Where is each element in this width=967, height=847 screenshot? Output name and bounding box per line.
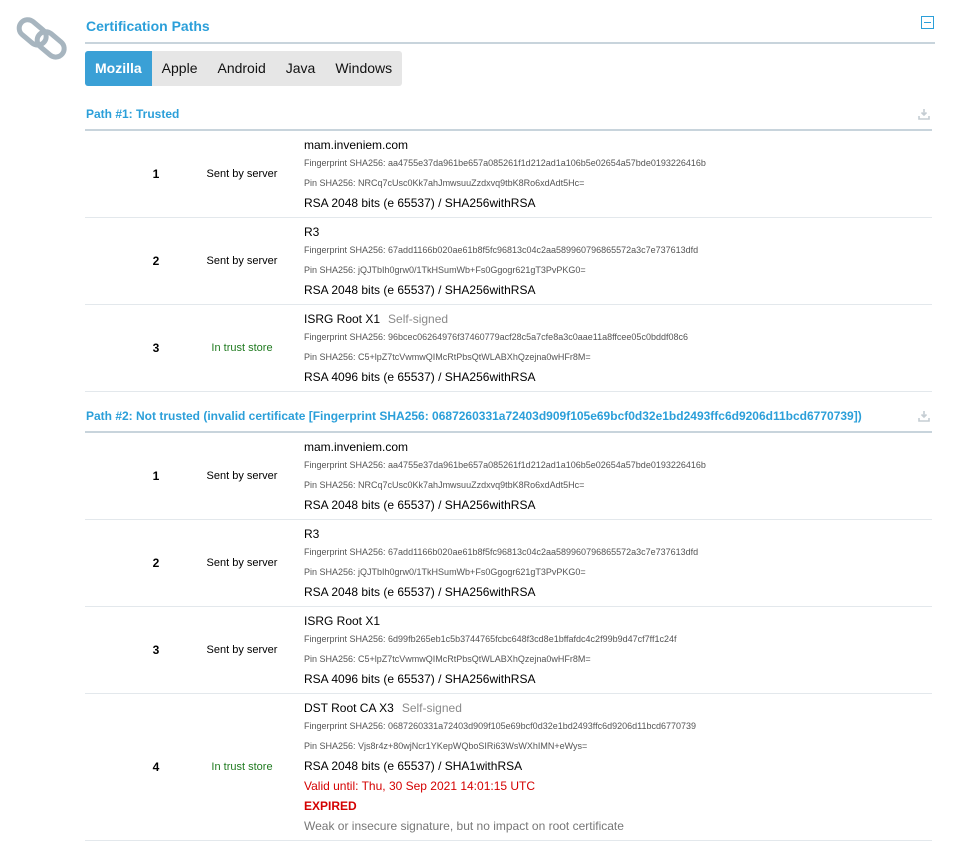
path-1-title: Path #1: Trusted — [86, 107, 180, 121]
row-number: 2 — [152, 254, 160, 268]
collapse-icon[interactable] — [921, 16, 934, 29]
cert-pin: Pin SHA256: C5+lpZ7tcVwmwQIMcRtPbsQtWLAB… — [304, 654, 591, 664]
section-header: Certification Paths — [85, 0, 935, 44]
row-number: 3 — [152, 341, 160, 355]
cert-name: R3 — [304, 527, 320, 541]
cert-details: DST Root CA X3 Self-signed Fingerprint SH… — [304, 700, 696, 836]
cert-details: ISRG Root X1 Self-signed Fingerprint SHA2… — [304, 311, 688, 387]
cert-fingerprint: Fingerprint SHA256: aa4755e37da961be657a… — [304, 460, 706, 470]
cert-details: R3 Fingerprint SHA256: 67add1166b020ae61… — [304, 224, 698, 300]
cert-note: Weak or insecure signature, but no impac… — [304, 819, 624, 833]
cert-details: mam.inveniem.com Fingerprint SHA256: aa4… — [304, 439, 706, 515]
download-icon[interactable] — [918, 410, 930, 422]
cert-key: RSA 2048 bits (e 65537) / SHA256withRSA — [304, 196, 536, 210]
table-row: 1 Sent by server mam.inveniem.com Finger… — [85, 131, 932, 218]
row-number: 3 — [152, 643, 160, 657]
row-number: 4 — [152, 760, 160, 774]
cert-pin: Pin SHA256: NRCq7cUsc0Kk7ahJmwsuuZzdxvq9… — [304, 480, 585, 490]
cert-fingerprint: Fingerprint SHA256: 6d99fb265eb1c5b37447… — [304, 634, 677, 644]
cert-details: ISRG Root X1 Fingerprint SHA256: 6d99fb2… — [304, 613, 676, 689]
chain-link-icon — [16, 17, 67, 60]
row-source: In trust store — [211, 761, 273, 773]
expired-badge: EXPIRED — [304, 799, 357, 813]
row-source: Sent by server — [206, 644, 278, 656]
cert-valid-until: Valid until: Thu, 30 Sep 2021 14:01:15 U… — [304, 779, 536, 793]
cert-name: ISRG Root X1 — [304, 312, 381, 326]
trust-store-tabs: Mozilla Apple Android Java Windows — [85, 51, 403, 86]
path-1-header: Path #1: Trusted — [85, 107, 932, 131]
cert-name: mam.inveniem.com — [304, 440, 409, 454]
tab-java[interactable]: Java — [276, 51, 326, 86]
tab-mozilla[interactable]: Mozilla — [85, 51, 152, 86]
row-number: 1 — [152, 167, 160, 181]
row-source: In trust store — [211, 342, 273, 354]
cert-fingerprint: Fingerprint SHA256: 67add1166b020ae61b8f… — [304, 245, 699, 255]
row-source: Sent by server — [206, 255, 278, 267]
cert-name: R3 — [304, 225, 320, 239]
cert-pin: Pin SHA256: jQJTbIh0grw0/1TkHSumWb+Fs0Gg… — [304, 567, 586, 577]
cert-name: DST Root CA X3 — [304, 701, 394, 715]
row-source: Sent by server — [206, 168, 278, 180]
cert-key: RSA 2048 bits (e 65537) / SHA256withRSA — [304, 283, 536, 297]
download-icon[interactable] — [918, 108, 930, 120]
table-row: 2 Sent by server R3 Fingerprint SHA256: … — [85, 218, 932, 305]
row-source: Sent by server — [206, 470, 278, 482]
tab-apple[interactable]: Apple — [152, 51, 208, 86]
cert-fingerprint: Fingerprint SHA256: 96bcec06264976f37460… — [304, 332, 688, 342]
row-source: Sent by server — [206, 557, 278, 569]
cert-details: mam.inveniem.com Fingerprint SHA256: aa4… — [304, 137, 706, 213]
cert-key: RSA 2048 bits (e 65537) / SHA256withRSA — [304, 585, 536, 599]
tab-android[interactable]: Android — [207, 51, 275, 86]
self-signed-badge: Self-signed — [388, 312, 449, 326]
cert-key: RSA 4096 bits (e 65537) / SHA256withRSA — [304, 672, 536, 686]
row-number: 2 — [152, 556, 160, 570]
path-2-title: Path #2: Not trusted (invalid certificat… — [86, 409, 862, 423]
cert-name: ISRG Root X1 — [304, 614, 381, 628]
path-2-header: Path #2: Not trusted (invalid certificat… — [85, 409, 932, 433]
cert-key: RSA 2048 bits (e 65537) / SHA256withRSA — [304, 498, 536, 512]
table-row: 2 Sent by server R3 Fingerprint SHA256: … — [85, 520, 932, 607]
row-number: 1 — [152, 469, 160, 483]
table-row: 1 Sent by server mam.inveniem.com Finger… — [85, 433, 932, 520]
cert-name: mam.inveniem.com — [304, 138, 409, 152]
section-title: Certification Paths — [86, 18, 210, 34]
certification-paths-section: Certification Paths Mozilla Apple Androi… — [85, 0, 935, 841]
tab-windows[interactable]: Windows — [325, 51, 402, 86]
cert-fingerprint: Fingerprint SHA256: 67add1166b020ae61b8f… — [304, 547, 699, 557]
self-signed-badge: Self-signed — [401, 701, 462, 715]
cert-pin: Pin SHA256: C5+lpZ7tcVwmwQIMcRtPbsQtWLAB… — [304, 352, 591, 362]
cert-pin: Pin SHA256: Vjs8r4z+80wjNcr1YKepWQboSIRi… — [304, 741, 588, 751]
cert-details: R3 Fingerprint SHA256: 67add1166b020ae61… — [304, 526, 698, 602]
cert-pin: Pin SHA256: jQJTbIh0grw0/1TkHSumWb+Fs0Gg… — [304, 265, 586, 275]
cert-key: RSA 2048 bits (e 65537) / SHA1withRSA — [304, 759, 523, 773]
table-row: 4 In trust store DST Root CA X3 Self-sign… — [85, 694, 932, 841]
cert-fingerprint: Fingerprint SHA256: 0687260331a72403d909… — [304, 721, 697, 731]
cert-key: RSA 4096 bits (e 65537) / SHA256withRSA — [304, 370, 536, 384]
table-row: 3 Sent by server ISRG Root X1 Fingerprin… — [85, 607, 932, 694]
cert-pin: Pin SHA256: NRCq7cUsc0Kk7ahJmwsuuZzdxvq9… — [304, 178, 585, 188]
cert-fingerprint: Fingerprint SHA256: aa4755e37da961be657a… — [304, 158, 706, 168]
table-row: 3 In trust store ISRG Root X1 Self-signed… — [85, 305, 932, 392]
